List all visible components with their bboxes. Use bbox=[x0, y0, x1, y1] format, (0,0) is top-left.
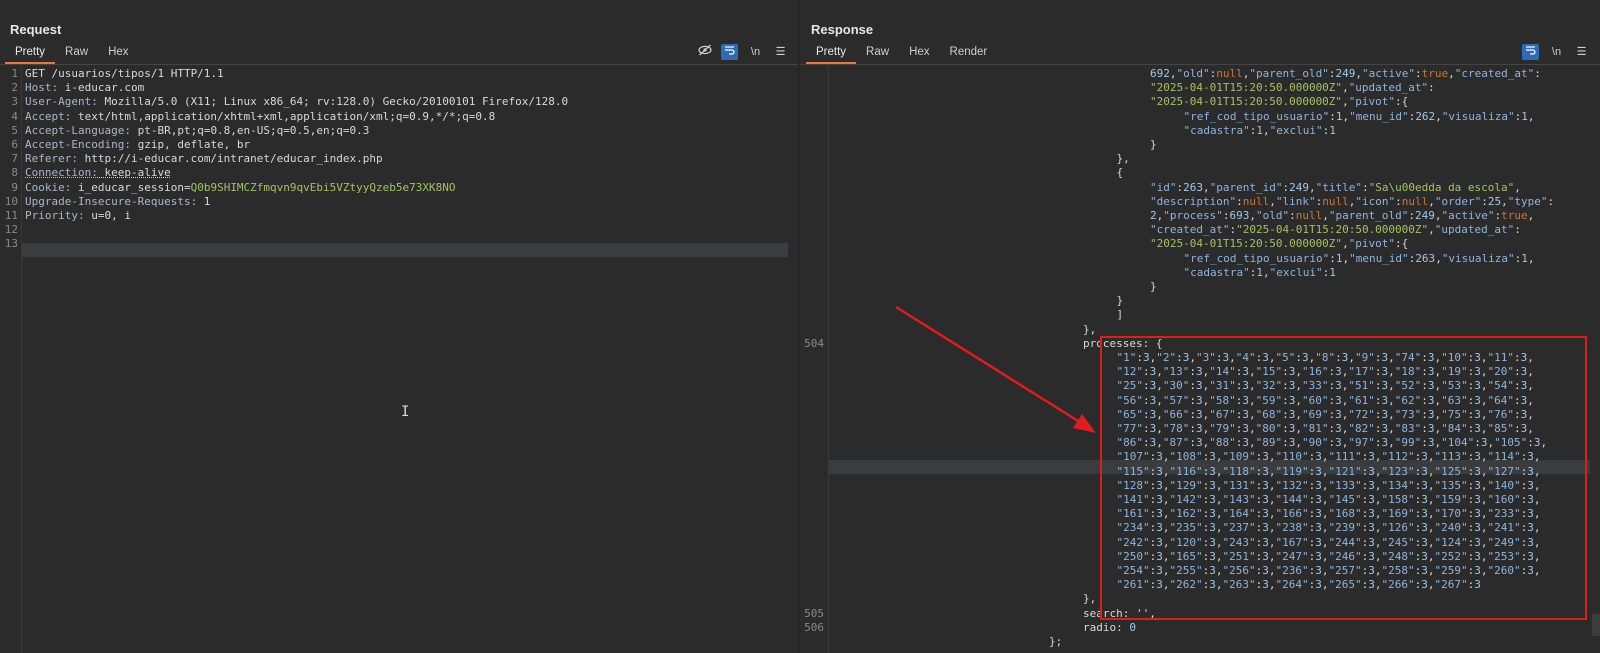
gutter-divider bbox=[21, 66, 22, 653]
header-name: Accept: bbox=[25, 109, 72, 123]
request-line: User-Agent: Mozilla/5.0 (X11; Linux x86_… bbox=[25, 95, 568, 108]
request-title: Request bbox=[10, 22, 62, 37]
request-line: Host: i-educar.com bbox=[25, 81, 144, 94]
line-number: 3 bbox=[11, 95, 18, 109]
response-pane: Response Pretty Raw Hex Render \n ☰ 504 5… bbox=[801, 0, 1600, 653]
eye-off-icon[interactable] bbox=[696, 44, 713, 60]
cookie-value: Q0b9SHIMCZfmqvn9qvEbi5VZtyyQzeb5e73XK8NO bbox=[190, 180, 456, 194]
line-number: 13 bbox=[4, 237, 18, 251]
line-number: 6 bbox=[11, 138, 18, 151]
request-tabs: Pretty Raw Hex bbox=[5, 44, 139, 64]
line-number: 2 bbox=[11, 81, 18, 95]
header-value: 1 bbox=[197, 194, 211, 208]
header-name: Host: bbox=[25, 81, 59, 95]
request-line: Accept: text/html,application/xhtml+xml,… bbox=[25, 110, 495, 123]
header-name: Cookie: bbox=[25, 180, 72, 194]
line-number: 11 bbox=[4, 209, 18, 222]
header-value: i_educar_session= bbox=[71, 180, 191, 194]
current-line-highlight bbox=[22, 243, 788, 257]
hamburger-icon[interactable]: ☰ bbox=[772, 44, 789, 60]
line-number: 1 bbox=[11, 67, 18, 80]
request-tab-pretty[interactable]: Pretty bbox=[5, 44, 56, 64]
newline-toggle[interactable]: \n bbox=[747, 44, 764, 60]
request-line: Upgrade-Insecure-Requests: 1 bbox=[25, 195, 210, 208]
header-name: Priority: bbox=[25, 209, 85, 222]
request-line: Accept-Language: pt-BR,pt;q=0.8,en-US;q=… bbox=[25, 124, 369, 137]
line-number: 12 bbox=[4, 223, 18, 237]
header-value: i-educar.com bbox=[58, 81, 145, 95]
request-line: Accept-Encoding: gzip, deflate, br bbox=[25, 138, 250, 151]
request-line: Referer: http://i-educar.com/intranet/ed… bbox=[25, 152, 383, 165]
header-value: Mozilla/5.0 (X11; Linux x86_64; rv:128.0… bbox=[97, 95, 569, 109]
line-number: 4 bbox=[11, 109, 18, 123]
request-editor[interactable]: 1 GET /usuarios/tipos/1 HTTP/1.1 2 Host: i-… bbox=[0, 66, 798, 653]
request-line: Priority: u=0, i bbox=[25, 209, 131, 222]
header-name: User-Agent: bbox=[25, 95, 98, 109]
header-value: text/html,application/xhtml+xml,applicat… bbox=[71, 109, 496, 123]
header-value: http://i-educar.com/intranet/educar_inde… bbox=[77, 152, 383, 166]
annotation-arrow bbox=[895, 305, 1096, 433]
request-tab-hex[interactable]: Hex bbox=[98, 44, 138, 64]
request-pane: Request Pretty Raw Hex \n ☰ 1 GET /usuari… bbox=[0, 0, 799, 653]
header-value: pt-BR,pt;q=0.8,en-US;q=0.5,en;q=0.3 bbox=[130, 123, 370, 137]
header-value: keep-alive bbox=[97, 166, 171, 180]
request-tab-raw[interactable]: Raw bbox=[55, 44, 98, 64]
header-value: u=0, i bbox=[84, 209, 131, 222]
request-line: Connection: keep-alive bbox=[25, 166, 171, 179]
line-number: 5 bbox=[11, 123, 18, 137]
line-number: 7 bbox=[11, 152, 18, 166]
header-name: Upgrade-Insecure-Requests: bbox=[25, 194, 198, 208]
header-name: Referer: bbox=[25, 152, 78, 166]
header-name: Connection: bbox=[25, 166, 98, 180]
request-tab-divider bbox=[0, 64, 798, 65]
request-line: Cookie: i_educar_session=Q0b9SHIMCZfmqvn… bbox=[25, 181, 455, 194]
header-value: gzip, deflate, br bbox=[130, 138, 251, 151]
line-number: 8 bbox=[11, 166, 18, 180]
line-number: 9 bbox=[11, 180, 18, 194]
wrap-icon[interactable] bbox=[721, 44, 738, 60]
line-number: 10 bbox=[4, 194, 18, 208]
request-line: GET /usuarios/tipos/1 HTTP/1.1 bbox=[25, 67, 224, 80]
header-name: Accept-Language: bbox=[25, 123, 131, 137]
header-name: Accept-Encoding: bbox=[25, 138, 131, 151]
text-cursor-icon: I bbox=[401, 404, 410, 420]
